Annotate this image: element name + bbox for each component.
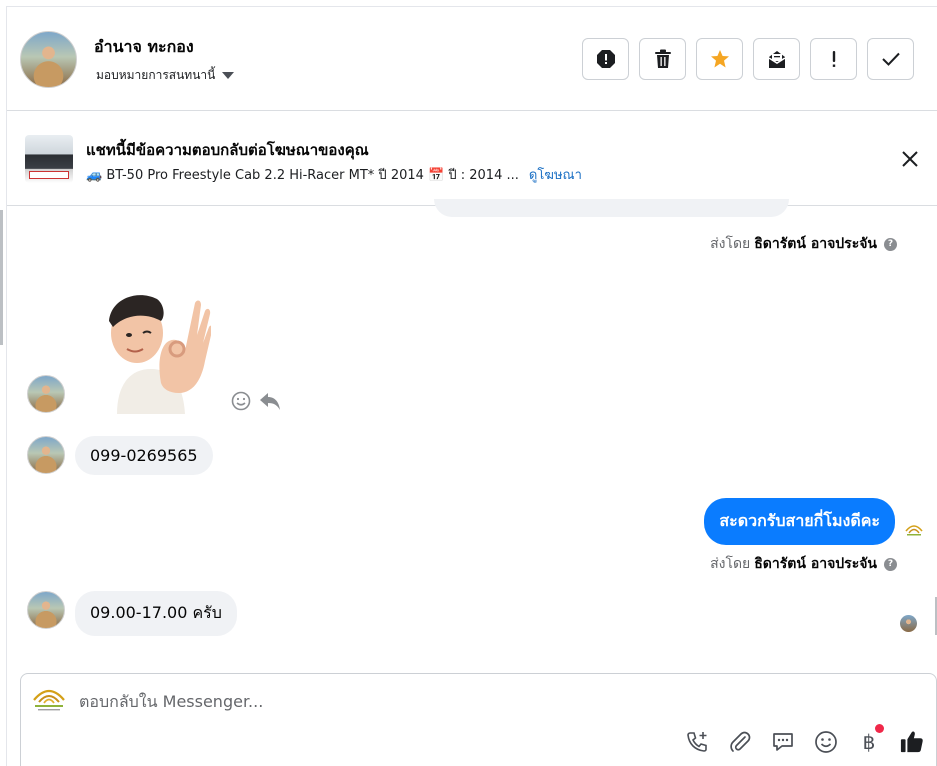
sent-by-line: ส่งโดย ธิดารัตน์ อาจประจัน ? xyxy=(710,553,897,575)
notification-dot xyxy=(875,724,884,733)
add-call-icon xyxy=(687,732,707,752)
sender-avatar xyxy=(27,436,65,474)
like-button[interactable] xyxy=(900,730,924,754)
help-icon[interactable]: ? xyxy=(884,237,897,251)
outgoing-message-bubble[interactable]: สะดวกรับสายกี่โมงดีคะ xyxy=(704,498,895,545)
follow-up-button[interactable] xyxy=(810,38,857,80)
incoming-message-bubble[interactable]: 099-0269565 xyxy=(75,436,213,475)
header-toolbar xyxy=(582,38,914,80)
reply-composer: ฿ xyxy=(20,673,937,766)
help-icon[interactable]: ? xyxy=(884,557,897,571)
reply-icon[interactable] xyxy=(259,391,281,411)
mark-unread-button[interactable] xyxy=(753,38,800,80)
left-panel-edge xyxy=(0,210,3,345)
mark-unread-icon xyxy=(768,51,785,68)
ad-reply-banner: แชทนี้มีข้อความตอบกลับต่อโฆษณาของคุณ 🚙 B… xyxy=(7,112,937,206)
saved-replies-button[interactable] xyxy=(771,730,795,754)
ad-description: 🚙 BT-50 Pro Freestyle Cab 2.2 Hi-Racer M… xyxy=(86,168,519,183)
conversation-header: อำนาจ ทะกอง มอบหมายการสนทนานี้ xyxy=(7,7,937,111)
ad-banner-subtitle: 🚙 BT-50 Pro Freestyle Cab 2.2 Hi-Racer M… xyxy=(86,164,582,185)
spam-alert-icon xyxy=(596,50,615,68)
caret-down-icon xyxy=(222,72,235,79)
ok-hand-sticker[interactable] xyxy=(99,291,211,414)
react-emoji-icon[interactable] xyxy=(231,391,251,411)
ad-thumbnail-image[interactable] xyxy=(25,135,73,183)
star-button[interactable] xyxy=(696,38,743,80)
page-logo-icon xyxy=(905,525,923,536)
sent-by-name: ธิดารัตน์ อาจประจัน xyxy=(754,556,877,572)
like-icon xyxy=(900,731,923,753)
message-input[interactable] xyxy=(79,692,859,711)
payment-button[interactable]: ฿ xyxy=(857,724,884,754)
star-icon xyxy=(710,50,729,68)
composer-tools: ฿ xyxy=(685,724,924,754)
sent-by-prefix: ส่งโดย xyxy=(710,236,751,252)
attach-button[interactable] xyxy=(728,730,752,754)
exclamation-icon xyxy=(832,51,835,67)
sender-avatar xyxy=(27,375,65,413)
mark-spam-button[interactable] xyxy=(582,38,629,80)
add-call-button[interactable] xyxy=(685,730,709,754)
trash-icon xyxy=(654,49,671,68)
sent-by-line: ส่งโดย ธิดารัตน์ อาจประจัน ? xyxy=(710,233,897,255)
delete-button[interactable] xyxy=(639,38,686,80)
saved-reply-icon xyxy=(773,733,793,751)
ad-banner-title: แชทนี้มีข้อความตอบกลับต่อโฆษณาของคุณ xyxy=(86,141,369,159)
page-logo-icon xyxy=(33,689,65,711)
emoji-icon xyxy=(815,731,837,753)
attach-icon xyxy=(730,731,751,752)
close-icon[interactable] xyxy=(901,150,919,168)
incoming-message-bubble[interactable]: 09.00-17.00 ครับ xyxy=(75,591,237,636)
contact-name[interactable]: อำนาจ ทะกอง xyxy=(94,35,194,60)
payment-icon: ฿ xyxy=(862,730,876,754)
seen-receipt-avatar xyxy=(900,615,917,632)
view-ad-link[interactable]: ดูโฆษณา xyxy=(529,168,582,183)
sent-by-prefix: ส่งโดย xyxy=(710,556,751,572)
sent-by-name: ธิดารัตน์ อาจประจัน xyxy=(754,236,877,252)
previous-message-bubble xyxy=(434,199,789,217)
assign-conversation-dropdown[interactable]: มอบหมายการสนทนานี้ xyxy=(96,66,235,85)
sender-avatar xyxy=(27,591,65,629)
emoji-button[interactable] xyxy=(814,730,838,754)
message-actions xyxy=(231,391,281,411)
mark-done-button[interactable] xyxy=(867,38,914,80)
contact-avatar[interactable] xyxy=(20,31,77,88)
checkmark-icon xyxy=(881,52,900,66)
assign-label: มอบหมายการสนทนานี้ xyxy=(96,68,216,82)
